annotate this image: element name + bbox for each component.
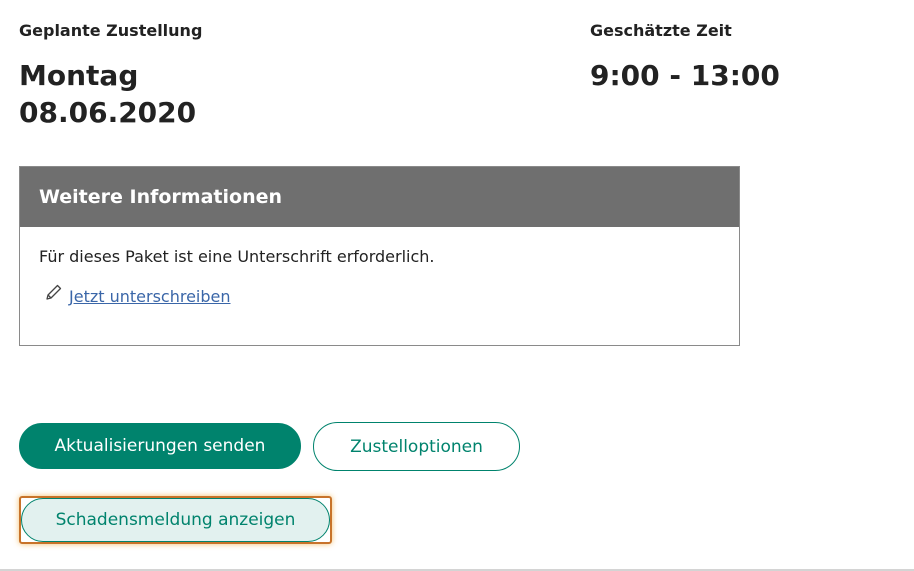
further-information-title: Weitere Informationen — [20, 167, 739, 227]
planned-delivery-date: 08.06.2020 — [19, 96, 197, 129]
send-updates-button[interactable]: Aktualisierungen senden — [19, 423, 301, 469]
planned-delivery-value: Montag 08.06.2020 — [19, 57, 202, 131]
signature-required-text: Für dieses Paket ist eine Unterschrift e… — [39, 247, 435, 266]
planned-delivery-day: Montag — [19, 59, 139, 92]
estimated-time-value: 9:00 - 13:00 — [590, 59, 780, 92]
planned-delivery-section: Geplante Zustellung Montag 08.06.2020 — [19, 20, 202, 131]
estimated-time-label: Geschätzte Zeit — [590, 21, 732, 40]
sign-now-row[interactable]: Jetzt unterschreiben — [44, 284, 739, 308]
page: Geplante Zustellung Montag 08.06.2020 Ge… — [0, 0, 914, 571]
sign-now-link[interactable]: Jetzt unterschreiben — [69, 286, 231, 308]
pencil-icon — [44, 284, 69, 308]
estimated-time-section: Geschätzte Zeit 9:00 - 13:00 — [590, 20, 780, 94]
delivery-options-button[interactable]: Zustelloptionen — [313, 422, 520, 471]
planned-delivery-label: Geplante Zustellung — [19, 21, 203, 40]
view-damage-report-button[interactable]: Schadensmeldung anzeigen — [21, 498, 330, 542]
further-information-box: Weitere Informationen Für dieses Paket i… — [19, 166, 740, 346]
